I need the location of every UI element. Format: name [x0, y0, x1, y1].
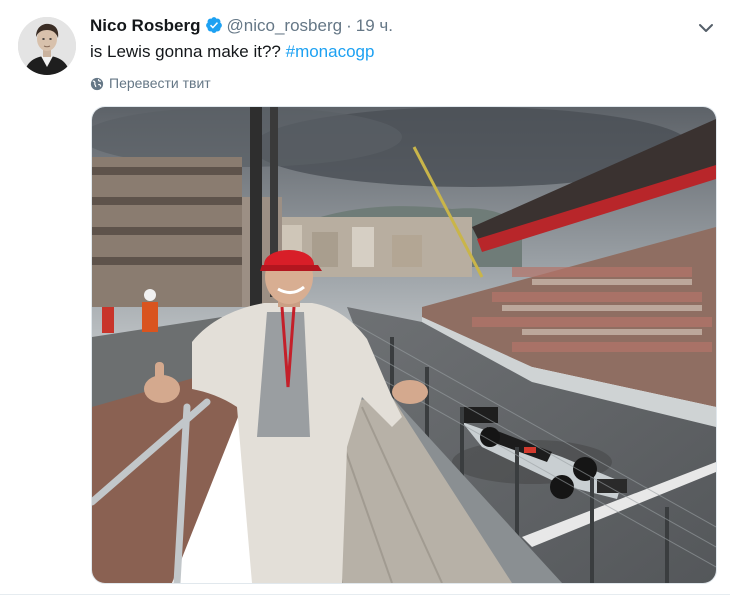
tweet-header: Nico Rosberg @nico_rosberg · 19 ч. — [90, 15, 680, 39]
translate-label: Перевести твит — [109, 75, 211, 91]
chevron-down-icon[interactable] — [696, 18, 716, 38]
tweet-text-main: is Lewis gonna make it?? — [90, 42, 286, 61]
verified-badge-icon — [205, 16, 223, 40]
tweet-text: is Lewis gonna make it?? #monacogp — [90, 41, 374, 63]
avatar[interactable] — [18, 17, 76, 75]
author-name[interactable]: Nico Rosberg — [90, 16, 201, 35]
tweet-photo[interactable] — [91, 106, 717, 584]
tweet-card[interactable]: Nico Rosberg @nico_rosberg · 19 ч. is Lewis… — [0, 0, 730, 595]
author-handle[interactable]: @nico_rosberg — [227, 16, 343, 35]
separator-dot: · — [346, 16, 352, 35]
timestamp[interactable]: 19 ч. — [356, 16, 393, 35]
globe-icon — [90, 77, 104, 91]
translate-tweet-link[interactable]: Перевести твит — [90, 74, 211, 92]
hashtag-link[interactable]: #monacogp — [286, 42, 375, 61]
